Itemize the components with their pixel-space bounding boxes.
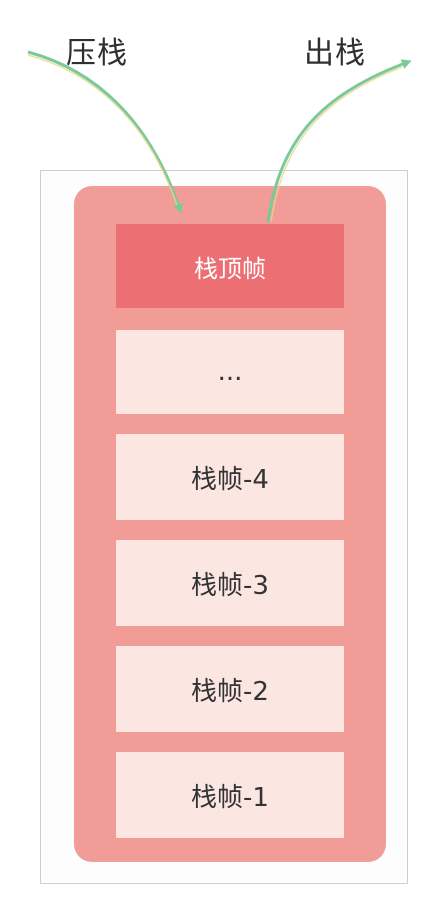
stack-frame-4: 栈帧-4 bbox=[116, 434, 344, 520]
pop-arrow-shade bbox=[270, 66, 403, 223]
stack-container: 栈顶帧 ... 栈帧-4 栈帧-3 栈帧-2 栈帧-1 bbox=[74, 186, 386, 862]
arrows-layer bbox=[27, 50, 412, 223]
stack-frame-1: 栈帧-1 bbox=[116, 752, 344, 838]
stack-frame-3: 栈帧-3 bbox=[116, 540, 344, 626]
push-arrow bbox=[27, 50, 183, 214]
push-arrow-shade bbox=[27, 54, 178, 206]
stack-frame-2: 栈帧-2 bbox=[116, 646, 344, 732]
stack-frame-ellipsis: ... bbox=[116, 330, 344, 414]
pop-arrow bbox=[266, 59, 412, 223]
